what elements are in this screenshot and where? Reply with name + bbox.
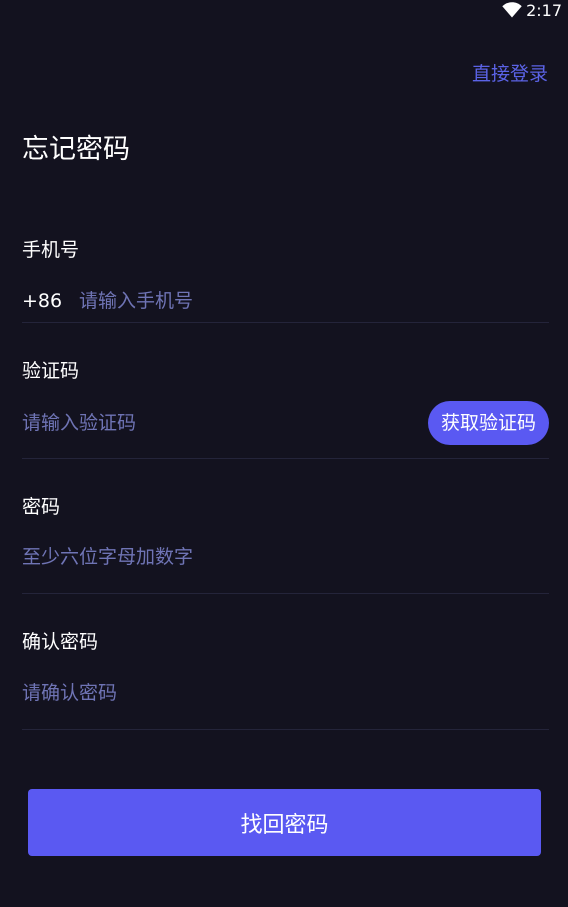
page-title: 忘记密码: [22, 134, 130, 165]
password-divider: [22, 593, 549, 594]
confirm-password-row: [22, 673, 549, 713]
status-time: 2:17: [526, 1, 562, 20]
recover-password-button[interactable]: 找回密码: [28, 789, 541, 856]
confirm-password-label: 确认密码: [22, 631, 99, 653]
phone-row: +86: [22, 281, 549, 321]
confirm-password-input[interactable]: [22, 673, 549, 713]
code-row: 获取验证码: [22, 401, 549, 445]
password-label: 密码: [22, 496, 61, 518]
password-row: [22, 537, 549, 577]
direct-login-link[interactable]: 直接登录: [472, 61, 548, 87]
phone-divider: [22, 322, 549, 323]
wifi-icon: [502, 2, 522, 18]
code-label: 验证码: [22, 360, 80, 382]
code-divider: [22, 458, 549, 459]
phone-input[interactable]: [79, 281, 519, 321]
confirm-password-divider: [22, 729, 549, 730]
country-code: +86: [22, 290, 63, 312]
get-code-button[interactable]: 获取验证码: [427, 401, 549, 445]
status-bar: 2:17: [0, 0, 568, 24]
phone-label: 手机号: [22, 239, 80, 261]
code-input[interactable]: [22, 403, 402, 443]
password-input[interactable]: [22, 537, 549, 577]
